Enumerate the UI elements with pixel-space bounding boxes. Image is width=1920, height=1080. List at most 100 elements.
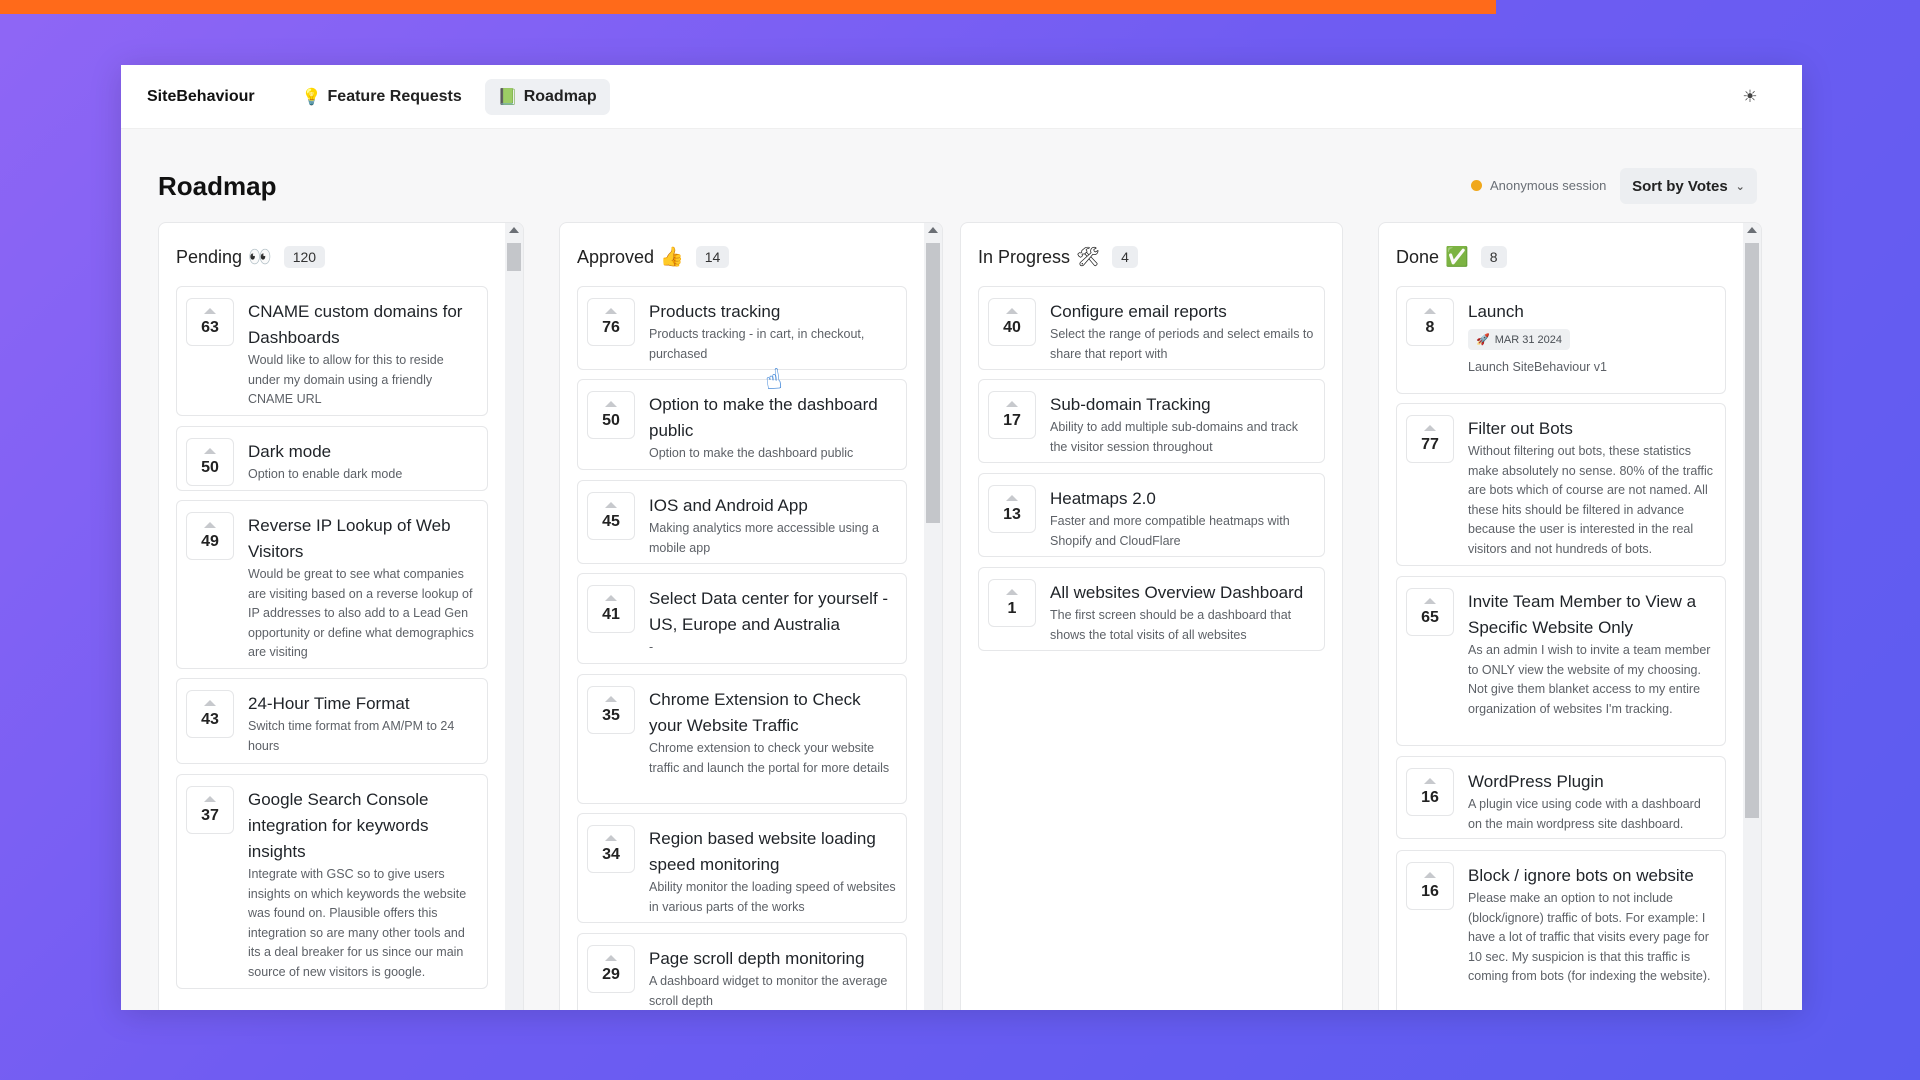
date-badge: 🚀 MAR 31 2024 <box>1468 329 1570 350</box>
roadmap-card[interactable]: 43 24-Hour Time Format Switch time format … <box>176 678 488 764</box>
upvote-button[interactable]: 8 <box>1406 298 1454 346</box>
roadmap-card[interactable]: 76 Products tracking Products tracking - i… <box>577 286 907 370</box>
roadmap-card[interactable]: 16 Block / ignore bots on website Please m… <box>1396 850 1726 1010</box>
roadmap-card[interactable]: 29 Page scroll depth monitoring A dashboar… <box>577 933 907 1010</box>
upvote-button[interactable]: 37 <box>186 786 234 834</box>
card-body: Configure email reports Select the range … <box>1050 299 1316 364</box>
session-label: Anonymous session <box>1490 178 1607 193</box>
sun-icon[interactable]: ☀ <box>1738 85 1762 109</box>
card-body: Block / ignore bots on website Please mak… <box>1468 863 1717 987</box>
card-description: Launch SiteBehaviour v1 <box>1468 360 1607 374</box>
card-title: Sub-domain Tracking <box>1050 395 1211 414</box>
roadmap-card[interactable]: 17 Sub-domain Tracking Ability to add mult… <box>978 379 1325 463</box>
scroll-thumb[interactable] <box>507 243 521 271</box>
column-count-badge: 14 <box>695 246 730 268</box>
upvote-arrow-icon <box>204 795 216 802</box>
vote-count: 34 <box>602 845 620 863</box>
scroll-thumb[interactable] <box>1745 243 1759 818</box>
session-indicator: Anonymous session <box>1471 178 1606 193</box>
roadmap-card[interactable]: 35 Chrome Extension to Check your Website… <box>577 674 907 804</box>
card-title: Option to make the dashboard public <box>649 395 878 440</box>
card-title: Page scroll depth monitoring <box>649 949 865 968</box>
scroll-thumb[interactable] <box>926 243 940 523</box>
card-title: Configure email reports <box>1050 302 1227 321</box>
card-description: Chrome extension to check your website t… <box>649 741 890 775</box>
upvote-button[interactable]: 45 <box>587 492 635 540</box>
card-title: CNAME custom domains for Dashboards <box>248 302 463 347</box>
card-description: Option to enable dark mode <box>248 467 403 481</box>
card-description: Without filtering out bots, these statis… <box>1468 444 1714 556</box>
roadmap-card[interactable]: 41 Select Data center for yourself - US, … <box>577 573 907 664</box>
upvote-button[interactable]: 16 <box>1406 768 1454 816</box>
column-title: Done <box>1396 246 1440 267</box>
upvote-button[interactable]: 63 <box>186 298 234 346</box>
vote-count: 63 <box>201 318 219 336</box>
column-count-badge: 120 <box>283 246 326 268</box>
column-header: In Progress 🛠 4 <box>978 245 1138 269</box>
roadmap-card[interactable]: 50 Dark mode Option to enable dark mode <box>176 426 488 491</box>
card-body: All websites Overview Dashboard The first… <box>1050 580 1316 645</box>
upvote-button[interactable]: 50 <box>186 438 234 486</box>
upvote-button[interactable]: 16 <box>1406 862 1454 910</box>
roadmap-card[interactable]: 63 CNAME custom domains for Dashboards Wou… <box>176 286 488 416</box>
card-body: IOS and Android App Making analytics more… <box>649 493 898 558</box>
vote-count: 17 <box>1003 411 1021 429</box>
card-body: Sub-domain Tracking Ability to add multip… <box>1050 392 1316 457</box>
tab-feature-requests[interactable]: 💡 Feature Requests <box>289 79 475 115</box>
scrollbar[interactable] <box>1743 223 1761 1010</box>
roadmap-card[interactable]: 34 Region based website loading speed mon… <box>577 813 907 923</box>
scroll-up-icon[interactable] <box>509 227 519 233</box>
roadmap-card[interactable]: 45 IOS and Android App Making analytics mo… <box>577 480 907 564</box>
roadmap-card[interactable]: 37 Google Search Console integration for … <box>176 774 488 989</box>
column-header: Pending 👀 120 <box>176 245 326 269</box>
roadmap-card[interactable]: 77 Filter out Bots Without filtering out b… <box>1396 403 1726 566</box>
roadmap-card[interactable]: 13 Heatmaps 2.0 Faster and more compatible… <box>978 473 1325 557</box>
upvote-button[interactable]: 41 <box>587 585 635 633</box>
upvote-button[interactable]: 77 <box>1406 415 1454 463</box>
card-title: Dark mode <box>248 442 332 461</box>
column-count-badge: 4 <box>1112 246 1138 268</box>
roadmap-card[interactable]: 1 All websites Overview Dashboard The firs… <box>978 567 1325 651</box>
vote-count: 16 <box>1421 882 1439 900</box>
scrollbar[interactable] <box>505 223 523 1010</box>
upvote-button[interactable]: 50 <box>587 391 635 439</box>
upvote-button[interactable]: 13 <box>988 485 1036 533</box>
card-description: A dashboard widget to monitor the averag… <box>649 974 888 1008</box>
upvote-button[interactable]: 43 <box>186 690 234 738</box>
roadmap-card[interactable]: 49 Reverse IP Lookup of Web Visitors Would… <box>176 500 488 669</box>
roadmap-card[interactable]: 40 Configure email reports Select the rang… <box>978 286 1325 370</box>
upvote-arrow-icon <box>1424 777 1436 784</box>
chevron-down-icon: ⌄ <box>1735 180 1745 193</box>
vote-count: 8 <box>1425 318 1435 336</box>
upvote-button[interactable]: 29 <box>587 945 635 993</box>
scrollbar[interactable] <box>924 223 942 1010</box>
upvote-button[interactable]: 65 <box>1406 588 1454 636</box>
roadmap-card[interactable]: 50 Option to make the dashboard public Opt… <box>577 379 907 470</box>
upvote-button[interactable]: 76 <box>587 298 635 346</box>
lightbulb-icon: 💡 <box>301 88 322 106</box>
column-pending: Pending 👀 120 63 CNAME custom domains for Da… <box>158 222 524 1010</box>
rocket-icon: 🚀 <box>1476 334 1490 346</box>
upvote-button[interactable]: 34 <box>587 825 635 873</box>
upvote-button[interactable]: 40 <box>988 298 1036 346</box>
card-body: Select Data center for yourself - US, Eu… <box>649 586 898 658</box>
upvote-button[interactable]: 49 <box>186 512 234 560</box>
card-title: Invite Team Member to View a Specific We… <box>1468 592 1697 637</box>
roadmap-card[interactable]: 8 Launch 🚀 MAR 31 2024 Launch SiteBehaviour … <box>1396 286 1726 394</box>
column-done: Done ✅ 8 8 Launch 🚀 MAR 31 2024 Launch SiteBeha… <box>1378 222 1762 1010</box>
upvote-button[interactable]: 35 <box>587 686 635 734</box>
sort-label: Sort by Votes <box>1632 177 1728 195</box>
scroll-up-icon[interactable] <box>1747 227 1757 233</box>
card-description: Faster and more compatible heatmaps with… <box>1050 514 1290 548</box>
sort-dropdown[interactable]: Sort by Votes ⌄ <box>1620 168 1757 204</box>
roadmap-card[interactable]: 65 Invite Team Member to View a Specific … <box>1396 576 1726 746</box>
tab-roadmap[interactable]: 📗 Roadmap <box>484 78 610 115</box>
upvote-button[interactable]: 17 <box>988 391 1036 439</box>
card-title: Block / ignore bots on website <box>1468 866 1694 885</box>
upvote-button[interactable]: 1 <box>988 579 1036 627</box>
card-body: Dark mode Option to enable dark mode <box>248 439 479 485</box>
brand-logo[interactable]: SiteBehaviour <box>147 88 255 106</box>
scroll-up-icon[interactable] <box>928 227 938 233</box>
check-icon: ✅ <box>1445 247 1469 268</box>
roadmap-card[interactable]: 16 WordPress Plugin A plugin vice using co… <box>1396 756 1726 839</box>
